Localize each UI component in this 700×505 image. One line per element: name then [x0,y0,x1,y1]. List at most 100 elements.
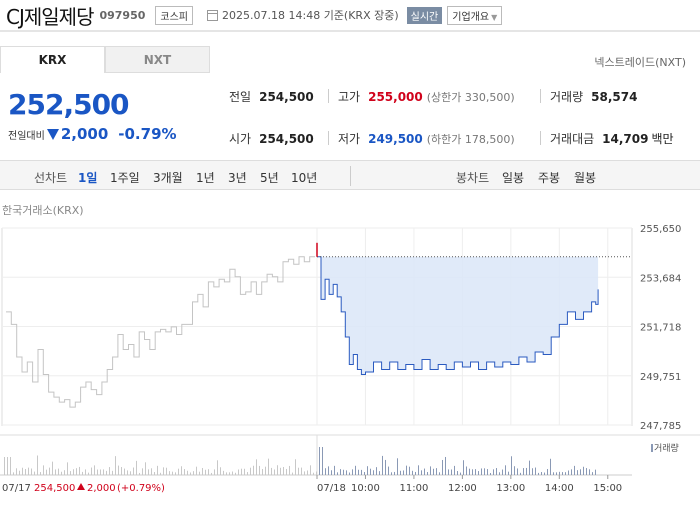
company-overview-button[interactable]: 기업개요 ▼ [447,5,503,25]
divider [328,131,329,145]
stock-code: 097950 [99,8,146,22]
volume-bar [295,459,296,475]
volume-bar [478,471,479,475]
volume-bar [109,467,110,475]
price-chart[interactable]: 255,650 253,684 251,718 249,751 247,785 거래량 07… [0,220,700,505]
volume-bar [121,467,122,475]
period-1w[interactable]: 1주일 [110,169,140,186]
volume-bar [142,468,143,475]
volume-bar [175,472,176,475]
volume-bar [436,468,437,475]
prev-day-change: 2,000 [87,483,116,494]
market-tabs: KRX NXT [0,46,210,73]
stat-amount: 거래대금 14,709 백만 [550,130,674,147]
volume-bar [334,465,335,475]
stat-low: 저가 249,500 (하한가 178,500) [338,130,515,147]
volume-bar [55,469,56,475]
volume-bar [22,467,23,475]
chevron-down-icon: ▼ [491,12,498,22]
stat-label: 전일 [229,90,252,104]
volume-bar [100,469,101,475]
volume-bar [529,460,530,475]
volume-bar [412,470,413,475]
volume-bar [388,466,389,475]
volume-bar [574,465,575,475]
realtime-badge[interactable]: 실시간 [406,6,443,24]
calendar-icon [207,9,219,21]
volume-bar [454,465,455,475]
volume-bar [322,447,323,475]
volume-bar [340,469,341,475]
volume-bar [205,469,206,475]
volume-bar [418,465,419,475]
volume-bar [133,467,134,475]
divider [328,89,329,103]
volume-bar [259,465,260,475]
volume-bar [187,470,188,475]
stat-prev-close: 전일 254,500 [229,88,314,105]
tab-krx[interactable]: KRX [0,46,105,73]
stat-open: 시가 254,500 [229,130,314,147]
stock-name: CJ제일제당 [6,4,94,29]
volume-bar [238,469,239,475]
period-1y[interactable]: 1년 [196,169,215,186]
volume-bar [349,472,350,475]
volume-bar [292,472,293,475]
volume-bar [70,471,71,475]
period-3m[interactable]: 3개월 [153,169,183,186]
volume-bar [409,466,410,475]
volume-bar [163,467,164,475]
volume-bar [166,467,167,475]
volume-bar [181,466,182,475]
volume-bar [337,472,338,475]
volume-bar [196,466,197,475]
up-triangle-icon [77,483,85,490]
volume-bar [229,472,230,475]
quote-datetime: 2025.07.18 14:48 기준(KRX 장중) [222,9,399,22]
volume-bar [463,460,464,475]
volume-bar [451,469,452,475]
volume-bar [262,469,263,475]
change-percent: -0.79% [118,125,177,143]
period-1d[interactable]: 1일 [78,169,97,186]
stat-value: 249,500 [368,131,423,146]
candle-monthly[interactable]: 월봉 [574,169,596,186]
stat-value: 58,574 [591,89,638,104]
volume-bar [595,469,596,475]
volume-bar [40,472,41,475]
volume-bar [16,468,17,475]
volume-bar [397,458,398,475]
volume-bar [331,470,332,475]
volume-bar [304,471,305,475]
period-5y[interactable]: 5년 [260,169,279,186]
volume-bar [499,472,500,475]
volume-bar [97,469,98,475]
volume-bar [157,465,158,475]
down-triangle-icon [46,128,59,140]
volume-bar [34,471,35,475]
volume-bar [4,457,5,475]
nextrade-link[interactable]: 넥스트레이드(NXT) [594,54,686,70]
period-10y[interactable]: 10년 [291,169,317,186]
volume-bar [64,470,65,475]
tab-nxt[interactable]: NXT [105,46,210,73]
stat-value: 254,500 [259,131,314,146]
volume-bar [223,470,224,475]
volume-bar [547,469,548,475]
volume-bar [391,472,392,475]
volume-bar [493,469,494,475]
volume-bar [487,469,488,475]
prev-day-pct: (+0.79%) [117,483,165,494]
candle-daily[interactable]: 일봉 [502,169,524,186]
candle-weekly[interactable]: 주봉 [538,169,560,186]
volume-bar [31,468,32,475]
volume-bar [307,470,308,475]
volume-bar [472,469,473,475]
volume-bar [364,471,365,475]
volume-bar [484,468,485,475]
volume-bar [586,468,587,475]
volume-bar [481,468,482,475]
volume-bar [496,468,497,475]
period-3y[interactable]: 3년 [228,169,247,186]
volume-bar [178,468,179,475]
